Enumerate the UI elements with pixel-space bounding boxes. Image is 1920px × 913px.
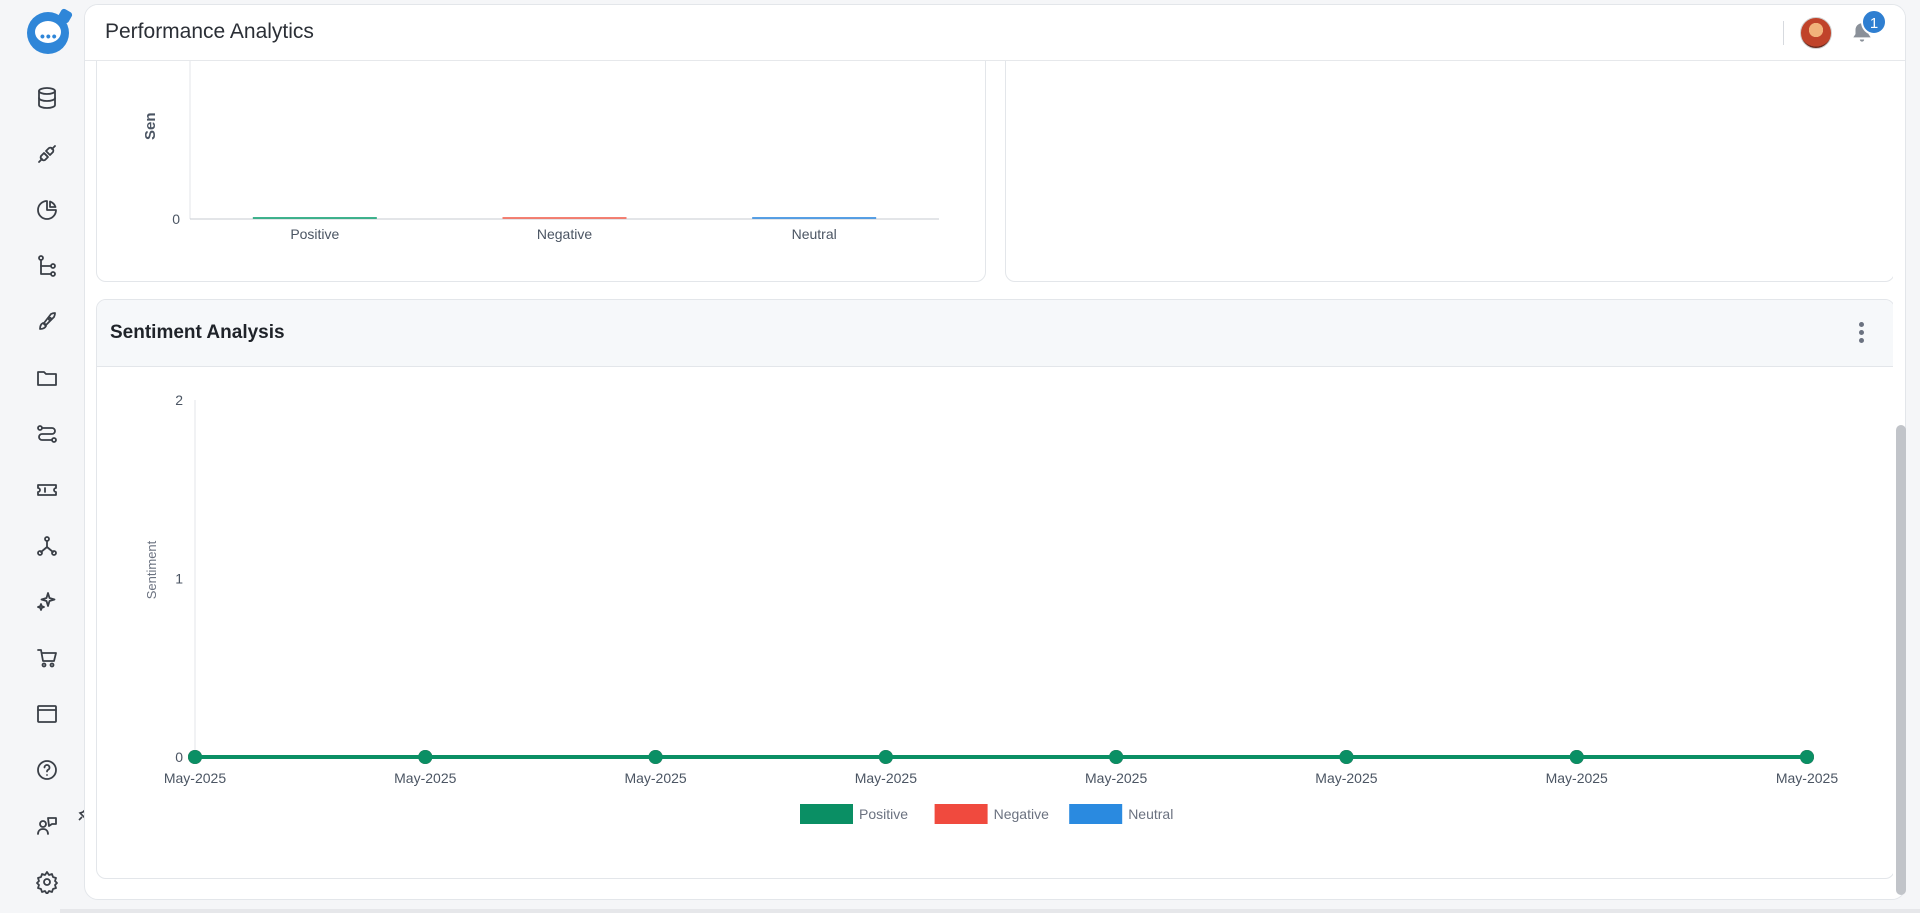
line-x-tick-label: May-2025 bbox=[855, 770, 917, 786]
bar-category-label: Negative bbox=[537, 226, 592, 242]
settings-icon[interactable] bbox=[32, 867, 62, 897]
rocket-icon[interactable] bbox=[32, 307, 62, 337]
legend-swatch-negative bbox=[934, 804, 988, 824]
line-x-tick-label: May-2025 bbox=[1315, 770, 1377, 786]
series-point-positive bbox=[1800, 750, 1814, 764]
page-title: Performance Analytics bbox=[105, 20, 314, 43]
bar-y-axis-label: Sen bbox=[142, 112, 159, 140]
series-point-positive bbox=[188, 750, 202, 764]
series-point-positive bbox=[878, 750, 893, 764]
series-point-positive bbox=[648, 750, 663, 764]
legend-swatch-positive bbox=[800, 804, 853, 824]
line-y-tick-label: 1 bbox=[175, 571, 183, 587]
ticket-icon[interactable] bbox=[32, 475, 62, 505]
legend-label-positive: Positive bbox=[859, 806, 908, 822]
app-logo[interactable]: ••• bbox=[27, 7, 74, 54]
avatar[interactable] bbox=[1800, 17, 1832, 49]
legend-label-neutral: Neutral bbox=[1128, 806, 1173, 822]
legend-label-negative: Negative bbox=[994, 806, 1049, 822]
line-x-tick-label: May-2025 bbox=[1546, 770, 1608, 786]
pie-chart-icon[interactable] bbox=[32, 195, 62, 225]
app-window: ••• Performance Analytics 1 Sen 0 Positi… bbox=[0, 0, 1920, 913]
page-header: Performance Analytics 1 bbox=[85, 5, 1905, 61]
line-y-tick-label: 0 bbox=[175, 749, 183, 765]
line-x-tick-label: May-2025 bbox=[1085, 770, 1147, 786]
horizontal-scrollbar[interactable] bbox=[60, 909, 1920, 913]
database-icon[interactable] bbox=[32, 83, 62, 113]
bar-y-tick-label: 0 bbox=[172, 211, 180, 227]
bar-category-label: Positive bbox=[290, 226, 339, 242]
sentiment-bar-chart: Sen 0 Positive Negative Neutral bbox=[142, 61, 939, 242]
plug-icon[interactable] bbox=[32, 139, 62, 169]
sentiment-line-chart: Sentiment 0 1 2 May-2025 May-2025 May-2025 May… bbox=[144, 392, 1838, 824]
card-title: Sentiment Analysis bbox=[110, 322, 285, 343]
header-divider bbox=[1783, 21, 1784, 45]
logo-dots: ••• bbox=[40, 28, 58, 44]
line-x-tick-label: May-2025 bbox=[624, 770, 686, 786]
legend-swatch-neutral bbox=[1069, 804, 1123, 824]
bar-negative bbox=[502, 217, 627, 219]
sentiment-bar-card: Sen 0 Positive Negative Neutral bbox=[96, 61, 986, 282]
vertical-scrollbar[interactable] bbox=[1896, 425, 1906, 895]
folder-icon[interactable] bbox=[32, 363, 62, 393]
line-y-axis-label: Sentiment bbox=[144, 540, 159, 599]
logo-accent bbox=[56, 7, 74, 25]
help-icon[interactable] bbox=[32, 755, 62, 785]
bar-positive bbox=[252, 217, 377, 219]
line-x-tick-label: May-2025 bbox=[1776, 770, 1838, 786]
notification-badge[interactable]: 1 bbox=[1861, 9, 1887, 35]
sparkles-icon[interactable] bbox=[32, 587, 62, 617]
card-header: Sentiment Analysis bbox=[97, 300, 1893, 367]
route-icon[interactable] bbox=[32, 419, 62, 449]
empty-chart-card bbox=[1005, 61, 1893, 282]
series-point-positive bbox=[1109, 750, 1124, 764]
series-point-positive bbox=[1569, 750, 1584, 764]
line-y-tick-label: 2 bbox=[175, 392, 183, 408]
dashboard-content: Sen 0 Positive Negative Neutral Sentiment A… bbox=[85, 61, 1893, 899]
window-icon[interactable] bbox=[32, 699, 62, 729]
series-point-positive bbox=[418, 750, 433, 764]
more-options-icon[interactable] bbox=[1856, 320, 1866, 346]
sidebar: ••• bbox=[0, 0, 94, 913]
main-panel: Performance Analytics 1 Sen 0 Positive Neg… bbox=[84, 4, 1906, 900]
line-x-tick-label: May-2025 bbox=[394, 770, 456, 786]
sentiment-analysis-card: Sentiment Analysis Sentiment 0 1 2 May-2025… bbox=[96, 299, 1893, 879]
support-agent-icon[interactable] bbox=[32, 811, 62, 841]
workflow-icon[interactable] bbox=[32, 251, 62, 281]
bar-category-label: Neutral bbox=[792, 226, 837, 242]
network-icon[interactable] bbox=[32, 531, 62, 561]
line-x-tick-label: May-2025 bbox=[164, 770, 226, 786]
cart-icon[interactable] bbox=[32, 643, 62, 673]
bar-neutral bbox=[752, 217, 877, 219]
series-point-positive bbox=[1339, 750, 1354, 764]
